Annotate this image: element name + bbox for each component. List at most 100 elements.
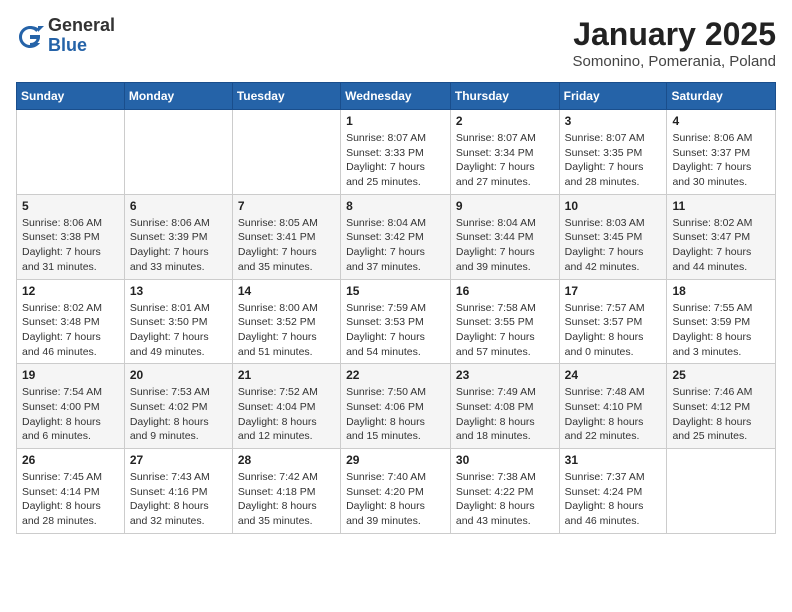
day-info: Sunrise: 7:37 AM Sunset: 4:24 PM Dayligh… [565, 470, 662, 529]
calendar-week-row: 26Sunrise: 7:45 AM Sunset: 4:14 PM Dayli… [17, 449, 776, 534]
calendar-day-cell: 4 Sunrise: 8:06 AM Sunset: 3:37 PM Daylig… [667, 110, 776, 195]
day-info: Sunrise: 7:42 AM Sunset: 4:18 PM Dayligh… [238, 470, 335, 529]
calendar-day-cell: 13Sunrise: 8:01 AM Sunset: 3:50 PM Dayli… [124, 279, 232, 364]
day-info: Sunrise: 8:07 AM Sunset: 3:33 PM Dayligh… [346, 131, 445, 190]
calendar-day-cell: 11 Sunrise: 8:02 AM Sunset: 3:47 PM Dayli… [667, 194, 776, 279]
calendar-day-cell: 29 Sunrise: 7:40 AM Sunset: 4:20 PM Dayli… [341, 449, 451, 534]
day-info: Sunrise: 8:04 AM Sunset: 3:42 PM Dayligh… [346, 216, 445, 275]
day-number: 22 [346, 368, 445, 382]
weekday-header: Wednesday [341, 83, 451, 110]
calendar-day-cell: 28Sunrise: 7:42 AM Sunset: 4:18 PM Dayli… [232, 449, 340, 534]
day-number: 2 [456, 114, 554, 128]
day-info: Sunrise: 8:06 AM Sunset: 3:38 PM Dayligh… [22, 216, 119, 275]
day-number: 4 [672, 114, 770, 128]
calendar-day-cell: 10 Sunrise: 8:03 AM Sunset: 3:45 PM Dayli… [559, 194, 667, 279]
calendar-day-cell: 15 Sunrise: 7:59 AM Sunset: 3:53 PM Dayli… [341, 279, 451, 364]
day-info: Sunrise: 7:53 AM Sunset: 4:02 PM Dayligh… [130, 385, 227, 444]
day-info: Sunrise: 7:45 AM Sunset: 4:14 PM Dayligh… [22, 470, 119, 529]
day-number: 16 [456, 284, 554, 298]
calendar-week-row: 1 Sunrise: 8:07 AM Sunset: 3:33 PM Daylig… [17, 110, 776, 195]
day-number: 7 [238, 199, 335, 213]
logo-general: General [48, 16, 115, 36]
logo: General Blue [16, 16, 115, 56]
calendar-day-cell: 19 Sunrise: 7:54 AM Sunset: 4:00 PM Dayli… [17, 364, 125, 449]
logo-icon [16, 22, 44, 50]
day-info: Sunrise: 7:40 AM Sunset: 4:20 PM Dayligh… [346, 470, 445, 529]
day-info: Sunrise: 7:43 AM Sunset: 4:16 PM Dayligh… [130, 470, 227, 529]
calendar-day-cell [667, 449, 776, 534]
calendar-day-cell: 1 Sunrise: 8:07 AM Sunset: 3:33 PM Daylig… [341, 110, 451, 195]
calendar-day-cell: 25Sunrise: 7:46 AM Sunset: 4:12 PM Dayli… [667, 364, 776, 449]
day-info: Sunrise: 8:04 AM Sunset: 3:44 PM Dayligh… [456, 216, 554, 275]
day-info: Sunrise: 7:57 AM Sunset: 3:57 PM Dayligh… [565, 301, 662, 360]
calendar-day-cell: 5 Sunrise: 8:06 AM Sunset: 3:38 PM Daylig… [17, 194, 125, 279]
calendar-day-cell: 22 Sunrise: 7:50 AM Sunset: 4:06 PM Dayli… [341, 364, 451, 449]
day-info: Sunrise: 8:07 AM Sunset: 3:34 PM Dayligh… [456, 131, 554, 190]
calendar-day-cell: 30Sunrise: 7:38 AM Sunset: 4:22 PM Dayli… [450, 449, 559, 534]
day-number: 21 [238, 368, 335, 382]
calendar-day-cell: 18 Sunrise: 7:55 AM Sunset: 3:59 PM Dayli… [667, 279, 776, 364]
calendar-day-cell: 20 Sunrise: 7:53 AM Sunset: 4:02 PM Dayli… [124, 364, 232, 449]
weekday-header-row: SundayMondayTuesdayWednesdayThursdayFrid… [17, 83, 776, 110]
day-number: 3 [565, 114, 662, 128]
calendar-day-cell: 26Sunrise: 7:45 AM Sunset: 4:14 PM Dayli… [17, 449, 125, 534]
calendar-day-cell: 17 Sunrise: 7:57 AM Sunset: 3:57 PM Dayli… [559, 279, 667, 364]
day-info: Sunrise: 7:55 AM Sunset: 3:59 PM Dayligh… [672, 301, 770, 360]
day-number: 25 [672, 368, 770, 382]
day-number: 20 [130, 368, 227, 382]
calendar-week-row: 5 Sunrise: 8:06 AM Sunset: 3:38 PM Daylig… [17, 194, 776, 279]
calendar-week-row: 12Sunrise: 8:02 AM Sunset: 3:48 PM Dayli… [17, 279, 776, 364]
day-info: Sunrise: 8:02 AM Sunset: 3:47 PM Dayligh… [672, 216, 770, 275]
calendar-day-cell [17, 110, 125, 195]
day-number: 30 [456, 453, 554, 467]
logo-blue: Blue [48, 36, 115, 56]
day-number: 10 [565, 199, 662, 213]
weekday-header: Monday [124, 83, 232, 110]
calendar-day-cell [124, 110, 232, 195]
calendar-day-cell: 7Sunrise: 8:05 AM Sunset: 3:41 PM Daylig… [232, 194, 340, 279]
location-subtitle: Somonino, Pomerania, Poland [573, 53, 776, 70]
day-number: 27 [130, 453, 227, 467]
day-info: Sunrise: 8:03 AM Sunset: 3:45 PM Dayligh… [565, 216, 662, 275]
day-number: 11 [672, 199, 770, 213]
weekday-header: Friday [559, 83, 667, 110]
day-info: Sunrise: 7:59 AM Sunset: 3:53 PM Dayligh… [346, 301, 445, 360]
day-info: Sunrise: 7:58 AM Sunset: 3:55 PM Dayligh… [456, 301, 554, 360]
day-number: 29 [346, 453, 445, 467]
day-number: 31 [565, 453, 662, 467]
day-number: 1 [346, 114, 445, 128]
day-info: Sunrise: 7:50 AM Sunset: 4:06 PM Dayligh… [346, 385, 445, 444]
calendar-day-cell: 23 Sunrise: 7:49 AM Sunset: 4:08 PM Dayli… [450, 364, 559, 449]
calendar-day-cell: 16 Sunrise: 7:58 AM Sunset: 3:55 PM Dayli… [450, 279, 559, 364]
calendar-day-cell: 9 Sunrise: 8:04 AM Sunset: 3:44 PM Daylig… [450, 194, 559, 279]
logo-text: General Blue [48, 16, 115, 56]
day-number: 9 [456, 199, 554, 213]
weekday-header: Saturday [667, 83, 776, 110]
calendar-day-cell: 27 Sunrise: 7:43 AM Sunset: 4:16 PM Dayli… [124, 449, 232, 534]
calendar-day-cell: 21Sunrise: 7:52 AM Sunset: 4:04 PM Dayli… [232, 364, 340, 449]
day-number: 19 [22, 368, 119, 382]
day-info: Sunrise: 8:06 AM Sunset: 3:39 PM Dayligh… [130, 216, 227, 275]
calendar-day-cell: 8 Sunrise: 8:04 AM Sunset: 3:42 PM Daylig… [341, 194, 451, 279]
day-number: 8 [346, 199, 445, 213]
weekday-header: Sunday [17, 83, 125, 110]
day-number: 18 [672, 284, 770, 298]
title-block: January 2025 Somonino, Pomerania, Poland [573, 16, 776, 70]
day-number: 15 [346, 284, 445, 298]
day-info: Sunrise: 8:06 AM Sunset: 3:37 PM Dayligh… [672, 131, 770, 190]
calendar-day-cell: 6Sunrise: 8:06 AM Sunset: 3:39 PM Daylig… [124, 194, 232, 279]
day-number: 23 [456, 368, 554, 382]
month-title: January 2025 [573, 16, 776, 53]
weekday-header: Thursday [450, 83, 559, 110]
day-info: Sunrise: 7:49 AM Sunset: 4:08 PM Dayligh… [456, 385, 554, 444]
day-info: Sunrise: 7:54 AM Sunset: 4:00 PM Dayligh… [22, 385, 119, 444]
calendar-day-cell: 31 Sunrise: 7:37 AM Sunset: 4:24 PM Dayli… [559, 449, 667, 534]
calendar-week-row: 19 Sunrise: 7:54 AM Sunset: 4:00 PM Dayli… [17, 364, 776, 449]
day-info: Sunrise: 7:48 AM Sunset: 4:10 PM Dayligh… [565, 385, 662, 444]
day-number: 17 [565, 284, 662, 298]
weekday-header: Tuesday [232, 83, 340, 110]
day-info: Sunrise: 8:07 AM Sunset: 3:35 PM Dayligh… [565, 131, 662, 190]
calendar-day-cell: 14Sunrise: 8:00 AM Sunset: 3:52 PM Dayli… [232, 279, 340, 364]
day-number: 5 [22, 199, 119, 213]
page-header: General Blue January 2025 Somonino, Pome… [16, 16, 776, 70]
